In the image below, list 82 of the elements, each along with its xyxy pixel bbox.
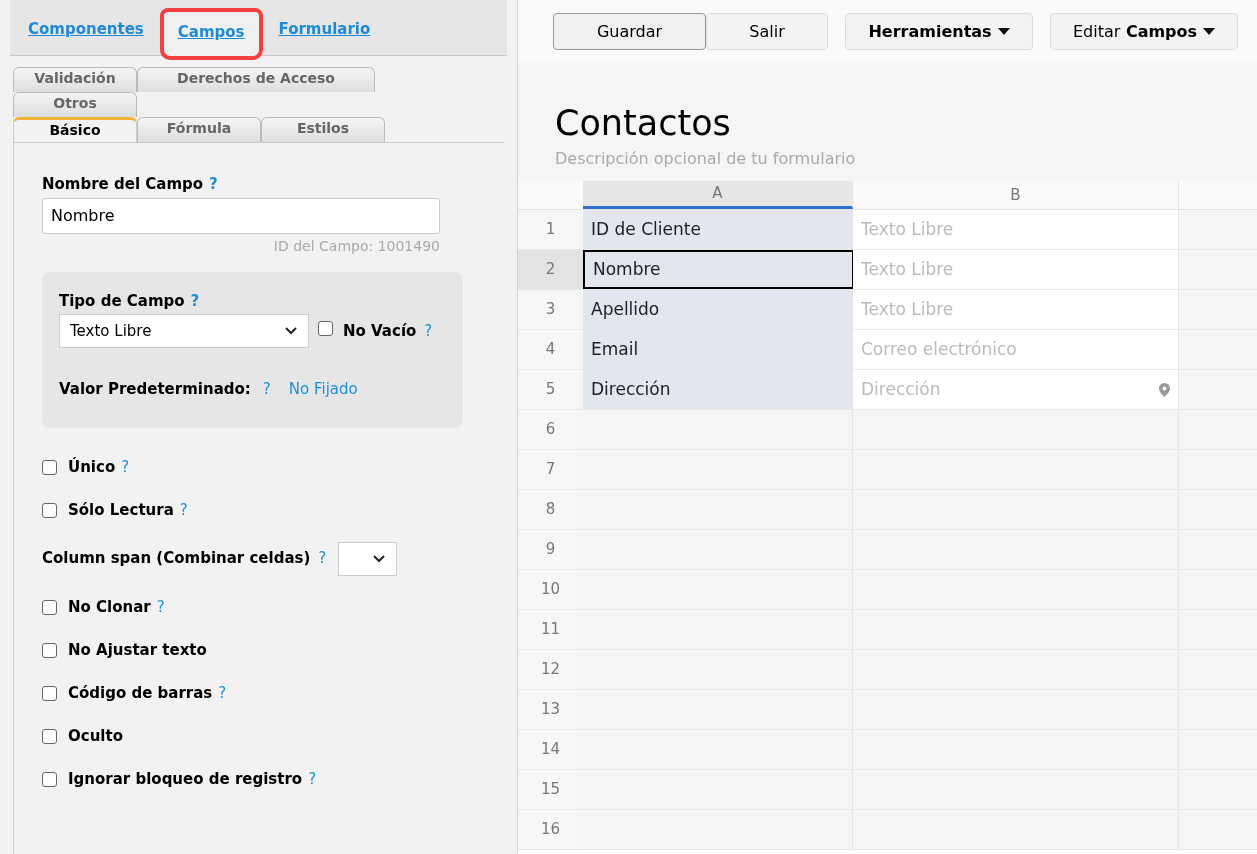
row-number: 3: [518, 290, 583, 329]
field-input-cell[interactable]: [853, 810, 1179, 849]
top-tab[interactable]: Formulario: [262, 7, 387, 55]
field-input-cell[interactable]: [853, 410, 1179, 449]
help-link[interactable]: ?: [179, 498, 188, 522]
row-number: 10: [518, 570, 583, 609]
field-label-cell[interactable]: [583, 410, 853, 449]
checkbox[interactable]: [42, 685, 57, 701]
default-value-link[interactable]: No Fijado: [288, 378, 358, 401]
option-label: Oculto: [68, 725, 123, 747]
field-label-cell[interactable]: Dirección: [583, 370, 853, 409]
row-number: 8: [518, 490, 583, 529]
map-pin-icon: [1159, 382, 1170, 397]
caret-down-icon: [1203, 28, 1216, 35]
row-number: 15: [518, 770, 583, 809]
option-label: Código de barras: [68, 682, 213, 704]
column-span-label: Column span (Combinar celdas): [42, 548, 311, 570]
row-number: 4: [518, 330, 583, 369]
help-link[interactable]: ?: [424, 319, 433, 343]
checkbox[interactable]: [42, 502, 57, 518]
help-link[interactable]: ?: [121, 455, 130, 479]
field-name-input[interactable]: Nombre: [42, 197, 440, 234]
help-link[interactable]: ?: [218, 681, 227, 705]
checkbox[interactable]: [42, 728, 57, 744]
help-link[interactable]: ?: [262, 378, 271, 401]
row-number: 9: [518, 530, 583, 569]
option-label: No Clonar: [68, 596, 151, 618]
checkbox[interactable]: [42, 599, 57, 615]
menu-button[interactable]: Herramientas: [845, 13, 1033, 50]
field-id-text: ID del Campo: 1001490: [273, 237, 440, 254]
row-number: 13: [518, 690, 583, 729]
settings-tab[interactable]: Otros: [13, 92, 137, 117]
option-label: Sólo Lectura: [68, 499, 174, 521]
required-label: No Vacío: [343, 320, 417, 342]
settings-tab[interactable]: Básico: [13, 117, 137, 142]
settings-tab[interactable]: Validación: [13, 67, 137, 92]
column-header[interactable]: A: [583, 181, 853, 209]
row-number: 12: [518, 650, 583, 689]
caret-down-icon: [997, 28, 1010, 35]
field-label-cell[interactable]: Nombre: [583, 250, 853, 289]
option-label: Ignorar bloqueo de registro: [68, 768, 303, 790]
column-header[interactable]: B: [853, 181, 1179, 209]
column-span-select[interactable]: [338, 541, 398, 576]
top-tab[interactable]: Campos: [161, 10, 261, 58]
help-link[interactable]: ?: [209, 175, 218, 193]
checkbox[interactable]: [42, 642, 57, 658]
form-title: Contactos: [555, 102, 732, 145]
row-number: 11: [518, 610, 583, 649]
row-number: 2: [518, 250, 583, 289]
field-label-cell[interactable]: ID de Cliente: [583, 210, 853, 249]
row-number: 5: [518, 370, 583, 409]
toolbar-button[interactable]: Salir: [706, 13, 828, 50]
option-label: No Ajustar texto: [68, 639, 207, 661]
help-link[interactable]: ?: [318, 547, 327, 570]
row-number: 7: [518, 450, 583, 489]
menu-button[interactable]: Editar Campos: [1050, 13, 1238, 50]
row-number: 16: [518, 810, 583, 849]
field-type-select[interactable]: Texto Libre: [59, 314, 309, 348]
row-number: 6: [518, 410, 583, 449]
field-label-cell[interactable]: Apellido: [583, 290, 853, 329]
form-description: Descripción opcional de tu formulario: [555, 148, 857, 170]
checkbox[interactable]: [42, 459, 57, 475]
field-name-label: Nombre del Campo: [42, 175, 204, 193]
help-link[interactable]: ?: [308, 767, 317, 791]
default-value-label: Valor Predeterminado:: [59, 379, 251, 400]
top-tab[interactable]: Componentes: [10, 7, 160, 55]
help-link[interactable]: ?: [156, 595, 165, 619]
chevron-down-icon: [284, 326, 298, 336]
option-label: Único: [68, 456, 116, 478]
field-label-cell[interactable]: [583, 810, 853, 849]
field-type-label: Tipo de Campo: [59, 291, 185, 310]
checkbox[interactable]: [42, 771, 57, 787]
settings-tab[interactable]: Estilos: [261, 117, 385, 142]
row-number: 14: [518, 730, 583, 769]
help-link[interactable]: ?: [190, 291, 200, 310]
field-label-cell[interactable]: Email: [583, 330, 853, 369]
settings-tab[interactable]: Derechos de Acceso: [137, 67, 375, 92]
row-number: 1: [518, 210, 583, 249]
toolbar-button[interactable]: Guardar: [553, 13, 706, 50]
settings-tab[interactable]: Fórmula: [137, 117, 261, 142]
chevron-down-icon: [372, 553, 387, 564]
checkbox[interactable]: [318, 320, 333, 336]
